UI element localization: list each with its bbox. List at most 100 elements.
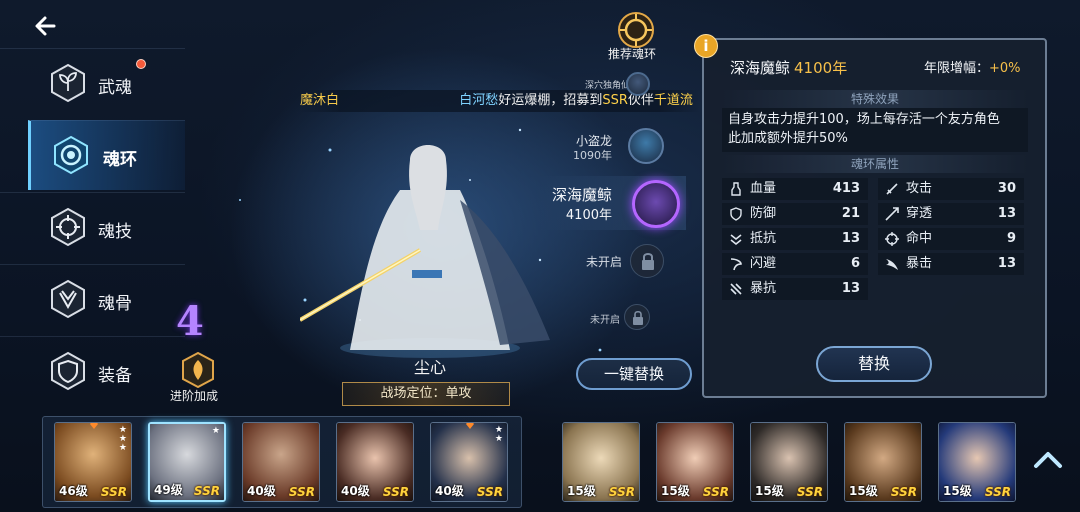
hero-card-10[interactable]: 15级 SSR <box>938 422 1016 502</box>
stat-attack: 攻击 30 <box>878 178 1024 200</box>
banner-player-name: 白河愁 <box>459 93 499 108</box>
ring-4-status: 未开启 <box>585 255 622 269</box>
hero-level: 15级 <box>943 484 972 498</box>
recommend-ring-label: 推荐魂环 <box>608 47 657 61</box>
hero-card-6[interactable]: 15级 SSR <box>562 422 640 502</box>
effect-line-2: 此加成额外提升50% <box>728 131 848 146</box>
growth-value: +0% <box>989 61 1021 76</box>
chevron-up-icon[interactable] <box>1032 448 1064 472</box>
character-name: 尘心 <box>414 358 447 377</box>
hero-level: 15级 <box>567 484 596 498</box>
hero-card-1[interactable]: ★ ★ ★ 46级 SSR <box>54 422 132 502</box>
hero-card-3[interactable]: 40级 SSR <box>242 422 320 502</box>
special-effect-heading: 特殊效果 <box>722 90 1028 108</box>
hero-card-4[interactable]: 40级 SSR <box>336 422 414 502</box>
growth-label: 年限增幅：+0% <box>924 57 1021 76</box>
sprout-icon <box>51 63 85 103</box>
nav-label-wuhun: 武魂 <box>98 78 132 98</box>
stat-pierce: 穿透 13 <box>878 203 1024 225</box>
character-illustration <box>300 145 550 358</box>
back-arrow-icon[interactable] <box>30 10 62 42</box>
hero-rarity: SSR <box>476 485 503 499</box>
stat-name: 血量 <box>750 181 777 196</box>
target-icon <box>885 232 899 246</box>
ring-3-year: 4100年 <box>565 208 612 223</box>
stat-value: 21 <box>841 206 860 221</box>
hero-rarity: SSR <box>382 485 409 499</box>
ring-1-name: 深穴独角仙 <box>584 81 630 91</box>
stat-resist: 抵抗 13 <box>722 228 868 250</box>
ring-slot-2[interactable] <box>628 128 664 164</box>
hero-level: 15级 <box>755 484 784 498</box>
replace-button[interactable]: 替换 <box>816 346 932 382</box>
nav-item-hungu[interactable]: 魂骨 <box>0 264 185 334</box>
ring-attributes-heading: 魂环属性 <box>722 155 1028 173</box>
hero-level: 40级 <box>435 484 464 498</box>
recommend-ring-icon[interactable] <box>616 10 656 50</box>
hero-card-9[interactable]: 15级 SSR <box>844 422 922 502</box>
pierce-icon <box>885 207 899 221</box>
hero-card-8[interactable]: 15级 SSR <box>750 422 828 502</box>
growth-label-text: 年限增幅： <box>924 61 990 76</box>
stat-value: 13 <box>997 206 1016 221</box>
replace-all-button[interactable]: 一键替换 <box>576 358 692 390</box>
stat-value: 413 <box>832 181 860 196</box>
shield-icon <box>730 207 742 221</box>
lock-icon <box>642 253 654 270</box>
advance-bonus-icon[interactable] <box>180 352 216 388</box>
stat-dodge: 闪避 6 <box>722 253 868 275</box>
stat-name: 抵抗 <box>750 231 777 246</box>
hero-level: 40级 <box>247 484 276 498</box>
hero-rarity: SSR <box>608 485 635 499</box>
ring-icon <box>54 135 88 175</box>
hero-rarity: SSR <box>100 485 127 499</box>
panel-ring-years: 4100年 <box>794 59 848 77</box>
stat-name: 防御 <box>750 206 777 221</box>
stat-value: 13 <box>841 281 860 296</box>
sword-icon <box>886 183 898 195</box>
hero-level: 40级 <box>341 484 370 498</box>
potion-icon <box>731 182 741 196</box>
stat-value: 13 <box>841 231 860 246</box>
ring-2-year: 1090年 <box>573 149 612 162</box>
hero-card-2-selected[interactable]: ★ 49级 SSR <box>148 422 226 502</box>
nav-label-hunhuan: 魂环 <box>103 150 137 170</box>
ring-slot-5-locked[interactable] <box>624 304 650 330</box>
banner-hero-name: 千道流 <box>653 93 693 108</box>
stat-value: 30 <box>997 181 1016 196</box>
resist-icon <box>730 234 742 246</box>
hero-level: 15级 <box>849 484 878 498</box>
ring-slot-4-locked[interactable] <box>630 244 664 278</box>
info-icon[interactable]: i <box>694 34 718 58</box>
ring-slot-3-selected[interactable] <box>632 180 680 228</box>
crosshair-icon <box>51 207 85 247</box>
nav-label-hungu: 魂骨 <box>98 294 132 314</box>
dodge-icon <box>730 258 742 271</box>
star-rating: ★ ★ <box>494 425 503 444</box>
stat-name: 暴抗 <box>750 281 777 296</box>
battle-role-badge: 战场定位：单攻 <box>342 382 510 406</box>
nav-label-hunji: 魂技 <box>98 222 132 242</box>
crit-resist-icon <box>730 283 742 295</box>
stat-value: 6 <box>850 256 860 271</box>
nav-item-wuhun[interactable]: 武魂 <box>0 48 185 118</box>
stat-value: 13 <box>997 256 1016 271</box>
stat-name: 攻击 <box>906 181 933 196</box>
nav-item-zhuangbei[interactable]: 装备 <box>0 336 185 406</box>
nav-item-hunji[interactable]: 魂技 <box>0 192 185 262</box>
hero-level: 49级 <box>154 483 183 497</box>
hero-rarity: SSR <box>984 485 1011 499</box>
star-rating: ★ ★ ★ <box>118 425 127 453</box>
hero-card-7[interactable]: 15级 SSR <box>656 422 734 502</box>
ring-5-status: 未开启 <box>590 315 620 326</box>
crit-icon <box>886 259 898 270</box>
hero-rarity: SSR <box>193 484 220 498</box>
ring-slot-1[interactable] <box>626 72 650 96</box>
panel-ring-name: 深海魔鲸 <box>730 59 791 77</box>
hero-card-5[interactable]: ★ ★ 40级 SSR <box>430 422 508 502</box>
panel-title: 深海魔鲸 4100年 <box>730 57 847 78</box>
stat-name: 暴击 <box>906 256 933 271</box>
nav-item-hunhuan[interactable]: 魂环 <box>28 120 185 190</box>
hero-rarity: SSR <box>288 485 315 499</box>
hero-level: 46级 <box>59 484 88 498</box>
